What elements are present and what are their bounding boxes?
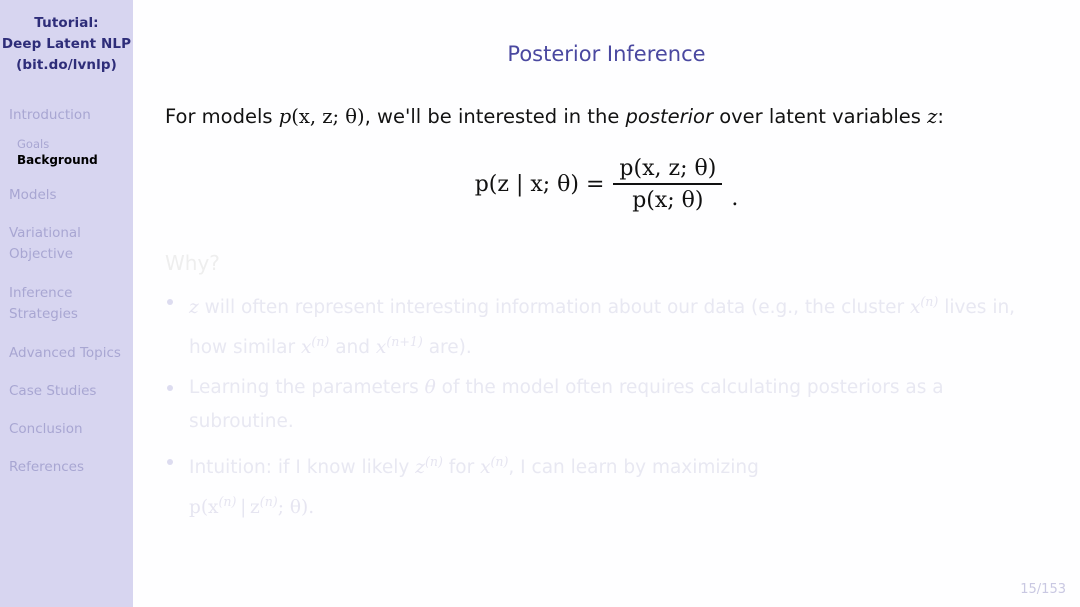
sidebar-item-inference-strategies-line1[interactable]: Inference: [9, 284, 133, 303]
page-number: 15/153: [1020, 582, 1066, 597]
sidebar-item-references[interactable]: References: [9, 458, 133, 476]
equation-lhs: p(z | x; θ): [474, 171, 579, 197]
bullet-3-text-2: for: [442, 457, 481, 479]
list-item: z will often represent interesting infor…: [167, 285, 1019, 365]
sidebar-item-conclusion[interactable]: Conclusion: [9, 420, 133, 438]
bullet-list: z will often represent interesting infor…: [133, 285, 1080, 526]
bullet-1-math-x2: x: [300, 336, 312, 358]
bullet-1-text-3: and: [329, 336, 376, 358]
bullet-1-math-z: z: [189, 296, 199, 318]
equation-fraction: p(x, z; θ) p(x; θ): [613, 156, 723, 213]
list-item: Intuition: if I know likely z(n) for x(n…: [167, 445, 1019, 525]
equation-trailing-period: .: [731, 185, 739, 211]
lead-paragraph: For models p(x, z; θ), we'll be interest…: [165, 104, 1080, 130]
bullet-1-sup-3: (n+1): [386, 333, 423, 349]
bullet-3-math-expression: p(x(n) | z(n); θ).: [189, 494, 315, 519]
lead-math-args: (x, z; θ): [291, 105, 365, 128]
bullet-1-math-x3: x: [375, 336, 387, 358]
bullet-3-text-1: Intuition: if I know likely: [189, 457, 416, 479]
bullet-3-math-z: z: [415, 457, 425, 479]
sidebar-title: Tutorial: Deep Latent NLP (bit.do/lvnlp): [0, 0, 133, 76]
bullet-1-text-1: will often represent interesting informa…: [198, 296, 910, 318]
bullet-2-text-1: Learning the parameters: [189, 376, 425, 398]
sidebar-item-inference-strategies-line2[interactable]: Strategies: [9, 305, 133, 324]
slide-content: Posterior Inference For models p(x, z; θ…: [133, 0, 1080, 607]
presentation-slide: Tutorial: Deep Latent NLP (bit.do/lvnlp)…: [0, 0, 1080, 607]
bullet-1-sup-1: (n): [920, 293, 939, 309]
sidebar-item-advanced-topics[interactable]: Advanced Topics: [9, 344, 133, 362]
bullet-3-sup-1: (n): [424, 453, 443, 469]
bullet-1-sup-2: (n): [311, 333, 330, 349]
sidebar-subitem-goals[interactable]: Goals: [9, 136, 133, 152]
bullet-1-math-x1: x: [909, 296, 921, 318]
bullet-3-text-3: , I can learn by maximizing: [508, 457, 759, 479]
bullet-dot-icon: [167, 458, 173, 465]
equation-relation: =: [585, 171, 605, 197]
page-title: Posterior Inference: [507, 42, 706, 66]
why-heading: Why?: [165, 250, 220, 275]
bullet-3-sup-2: (n): [490, 453, 509, 469]
lead-part-2: , we'll be interested in the: [364, 105, 626, 128]
sidebar-subitem-background[interactable]: Background: [9, 152, 133, 168]
sidebar-title-line-1: Tutorial:: [34, 15, 99, 31]
sidebar-item-introduction[interactable]: Introduction: [9, 106, 133, 124]
lead-math-p: p: [278, 105, 292, 128]
sidebar-title-line-2: Deep Latent NLP: [1, 36, 132, 52]
lead-part-1: For models: [165, 105, 279, 128]
equation-numerator: p(x, z; θ): [619, 156, 717, 181]
bullet-3-math-x: x: [480, 457, 491, 479]
sidebar-navigation: Tutorial: Deep Latent NLP (bit.do/lvnlp)…: [0, 0, 133, 607]
bullet-dot-icon: [167, 298, 173, 305]
sidebar-item-variational-objective-line2[interactable]: Objective: [9, 245, 133, 264]
sidebar-item-case-studies[interactable]: Case Studies: [9, 382, 133, 400]
sidebar-item-models[interactable]: Models: [9, 186, 133, 204]
lead-math-z: z: [927, 105, 938, 128]
sidebar-item-variational-objective-line1[interactable]: Variational: [9, 224, 133, 243]
bullet-dot-icon: [167, 384, 173, 391]
bullet-2-math-theta: θ: [424, 376, 436, 398]
lead-part-3: over latent variables: [713, 105, 928, 128]
sidebar-nav-list: Introduction Goals Background Models Var…: [0, 106, 133, 476]
sidebar-title-line-3: (bit.do/lvnlp): [16, 57, 117, 73]
bullet-1-text-4: are).: [422, 336, 472, 358]
list-item: Learning the parameters θ of the model o…: [167, 371, 1019, 439]
lead-emphasis: posterior: [625, 105, 714, 128]
equation-denominator: p(x; θ): [632, 187, 704, 213]
posterior-equation: p(z | x; θ) = p(x, z; θ) p(x; θ) .: [133, 156, 1080, 213]
lead-part-4: :: [937, 105, 944, 128]
